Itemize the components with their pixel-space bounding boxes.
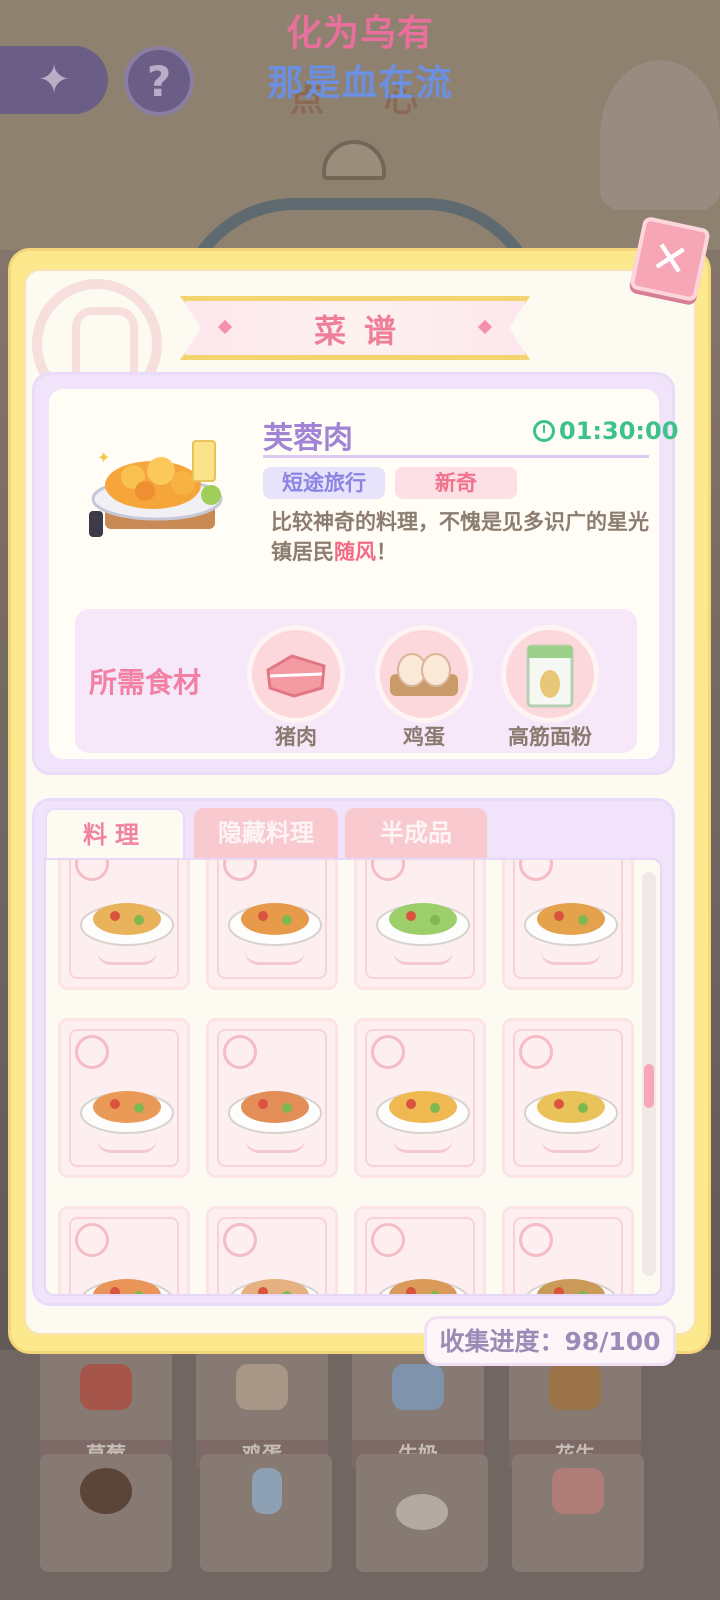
wreath-icon xyxy=(393,951,453,965)
recipe-card[interactable] xyxy=(58,1018,190,1178)
wreath-icon xyxy=(393,1139,453,1153)
peanut-icon xyxy=(549,1364,601,1410)
recipe-card[interactable] xyxy=(354,1206,486,1294)
fork-spoon-emblem-icon xyxy=(371,1223,405,1257)
lyric-line-2: 那是血在流 xyxy=(267,63,453,104)
dish-description: 比较神奇的料理，不愧是见多识广的星光镇居民随风！ xyxy=(271,510,649,564)
fork-spoon-emblem-icon xyxy=(519,1035,553,1069)
ingredient-egg[interactable]: 鸡蛋 xyxy=(369,625,479,753)
sushi-rolls-icon xyxy=(228,903,322,946)
ingredient-pork[interactable]: 猪肉 xyxy=(241,625,351,753)
wreath-icon xyxy=(97,1139,157,1153)
shelf-item-egg[interactable]: 鸡蛋 xyxy=(196,1350,328,1468)
ingredient-shelf: 草莓 鸡蛋 牛奶 花生 xyxy=(0,1350,720,1600)
pizza-icon xyxy=(228,1091,322,1134)
flatbread-icon xyxy=(80,903,174,946)
tab-semi-finished[interactable]: 半成品 xyxy=(345,808,487,860)
fork-spoon-emblem-icon xyxy=(371,1035,405,1069)
divider xyxy=(263,455,649,458)
ingredients-title: 所需食材 xyxy=(89,666,202,699)
shelf-item-cocoa[interactable] xyxy=(40,1454,172,1572)
shelf-item-bacon[interactable] xyxy=(512,1454,644,1572)
fork-spoon-emblem-icon xyxy=(223,860,257,881)
bun-icon xyxy=(378,1279,468,1294)
collection-progress: 收集进度：98/100 xyxy=(424,1316,676,1366)
ingredient-flour[interactable]: 高筋面粉 xyxy=(495,625,605,753)
recipe-card[interactable] xyxy=(206,1018,338,1178)
fork-spoon-emblem-icon xyxy=(75,1035,109,1069)
fish-omelette-icon xyxy=(376,1091,470,1134)
taco-icon xyxy=(524,1091,618,1134)
fork-spoon-emblem-icon xyxy=(75,1223,109,1257)
wreath-icon xyxy=(245,951,305,965)
title-ribbon: 菜谱 xyxy=(180,296,530,360)
tab-hidden-dishes[interactable]: 隐藏料理 xyxy=(194,808,338,860)
shelf-item-milk[interactable]: 牛奶 xyxy=(352,1350,484,1468)
recipe-card[interactable] xyxy=(58,860,190,990)
dessert-plate-icon xyxy=(230,1279,320,1294)
hotdog-icon xyxy=(524,903,618,946)
bacon-icon xyxy=(552,1468,604,1514)
milk-icon xyxy=(392,1364,444,1410)
tag-novel: 新奇 xyxy=(395,467,517,499)
fork-spoon-emblem-icon xyxy=(223,1223,257,1257)
fork-spoon-emblem-icon xyxy=(75,860,109,881)
fish-icon xyxy=(526,1279,616,1294)
highlight-name: 随风 xyxy=(334,540,376,564)
recipe-grid[interactable] xyxy=(44,858,662,1296)
water-bottle-icon xyxy=(252,1468,282,1514)
dish-name: 芙蓉肉 xyxy=(263,421,353,456)
clock-icon xyxy=(533,420,555,442)
recipe-detail-card: ✦ 芙蓉肉 01:30:00 短途旅行 新奇 比较神奇的料理，不愧是见多识广的星… xyxy=(32,372,678,775)
cocoa-bag-icon xyxy=(80,1468,132,1514)
wraps-icon xyxy=(376,903,470,946)
close-icon: ✕ xyxy=(646,230,694,288)
wreath-icon xyxy=(541,1139,601,1153)
shelf-item-peanut[interactable]: 花生 xyxy=(509,1350,641,1468)
pizza-icon xyxy=(80,1091,174,1134)
tab-dishes[interactable]: 料理 xyxy=(45,808,185,860)
strawberry-icon xyxy=(80,1364,132,1410)
fork-spoon-emblem-icon xyxy=(519,1223,553,1257)
egg-icon xyxy=(236,1364,288,1410)
flour-icon xyxy=(501,625,599,723)
fuyong-pork-dish-icon: ✦ xyxy=(89,440,223,537)
lyric-line-1: 化为乌有 xyxy=(285,13,434,54)
recipe-card[interactable] xyxy=(354,860,486,990)
recipe-card[interactable] xyxy=(502,1018,634,1178)
shelf-item-dough[interactable] xyxy=(356,1454,488,1572)
recipe-card[interactable] xyxy=(502,860,634,990)
pork-icon xyxy=(247,625,345,723)
shelf-item-strawberry[interactable]: 草莓 xyxy=(40,1350,172,1468)
recipe-card[interactable] xyxy=(206,1206,338,1294)
fork-spoon-emblem-icon xyxy=(371,860,405,881)
wreath-icon xyxy=(541,951,601,965)
wreath-icon xyxy=(245,1139,305,1153)
recipe-card[interactable] xyxy=(354,1018,486,1178)
fork-spoon-emblem-icon xyxy=(223,1035,257,1069)
panel-title: 菜谱 xyxy=(313,312,414,350)
pizza-slice-icon xyxy=(82,1279,172,1294)
shelf-item-water[interactable] xyxy=(200,1454,332,1572)
cook-timer: 01:30:00 xyxy=(533,417,678,445)
recipe-card[interactable] xyxy=(58,1206,190,1294)
fork-spoon-emblem-icon xyxy=(519,860,553,881)
recipe-card[interactable] xyxy=(502,1206,634,1294)
recipe-card[interactable] xyxy=(206,860,338,990)
cook-time: 01:30:00 xyxy=(559,417,679,445)
egg-icon xyxy=(375,625,473,723)
dough-icon xyxy=(396,1494,448,1530)
scrollbar-thumb[interactable] xyxy=(644,1064,654,1108)
required-ingredients: 所需食材 猪肉 鸡蛋 高筋面粉 xyxy=(75,609,637,753)
svg-text:✦: ✦ xyxy=(97,448,110,467)
tag-trip: 短途旅行 xyxy=(263,467,385,499)
wreath-icon xyxy=(97,951,157,965)
